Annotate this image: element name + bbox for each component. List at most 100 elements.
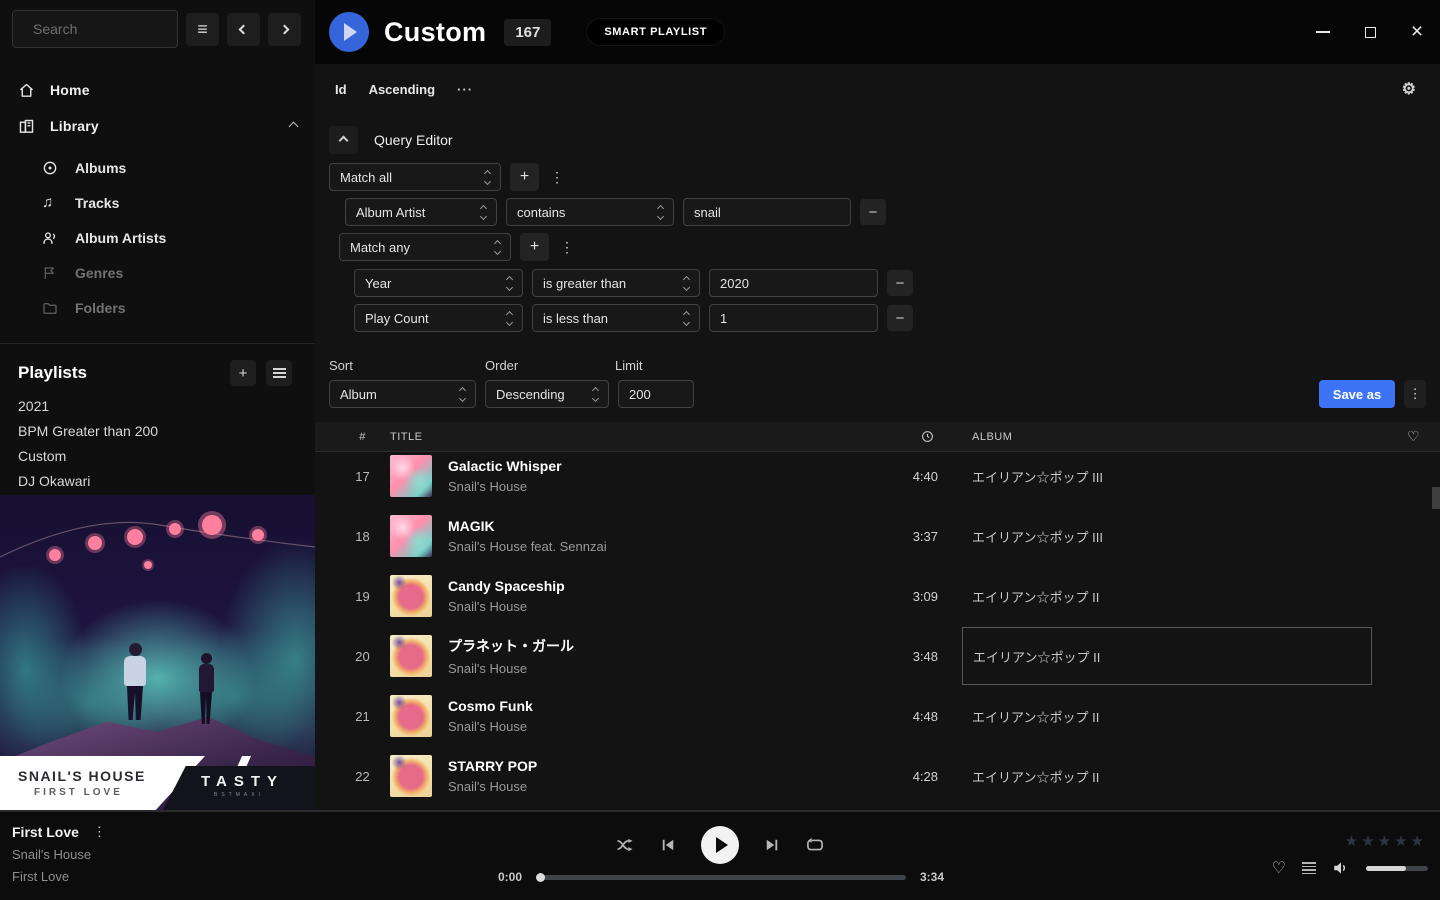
main-panel: Custom 167 SMART PLAYLIST × Id Ascending… — [315, 0, 1440, 810]
star-icon[interactable]: ★ — [1378, 832, 1391, 850]
queue-icon[interactable] — [1302, 860, 1316, 876]
sort-direction[interactable]: Ascending — [369, 82, 435, 97]
playlist-item[interactable]: DJ Okawari — [0, 469, 315, 494]
match-type-select[interactable]: Match any — [339, 233, 511, 261]
close-button[interactable]: × — [1409, 24, 1425, 40]
favorite-button[interactable]: ♡ — [1272, 858, 1286, 878]
now-playing-artwork[interactable]: SNAIL'S HOUSE FIRST LOVE TASTY BSTMAXI — [0, 495, 315, 810]
rule-group-menu-icon[interactable]: ⋮ — [548, 169, 566, 186]
rule-field-select[interactable]: Play Count — [354, 304, 523, 332]
album-art-thumbnail — [390, 455, 432, 497]
sidebar-item-album-artists[interactable]: Album Artists — [0, 220, 315, 255]
track-row[interactable]: 21 Cosmo Funk Snail's House 4:48 エイリアン☆ポ… — [315, 686, 1440, 746]
genres-flag-icon — [42, 265, 58, 281]
seek-handle[interactable] — [536, 873, 545, 882]
star-icon[interactable]: ★ — [1411, 832, 1424, 850]
playlist-item[interactable]: BPM Greater than 200 — [0, 419, 315, 444]
playlist-list-button[interactable] — [266, 360, 292, 386]
seek-bar[interactable] — [536, 875, 906, 880]
track-title: STARRY POP — [448, 758, 868, 774]
sidebar-item-albums[interactable]: Albums — [0, 150, 315, 185]
next-button[interactable] — [763, 836, 781, 854]
heart-icon: ♡ — [1407, 428, 1420, 444]
add-rule-button[interactable]: + — [520, 233, 549, 261]
track-row[interactable]: 19 Candy Spaceship Snail's House 3:09 エイ… — [315, 566, 1440, 626]
rule-operator-select[interactable]: contains — [506, 198, 674, 226]
playlist-item[interactable]: Custom — [0, 444, 315, 469]
match-type-select[interactable]: Match all — [329, 163, 501, 191]
now-playing-title[interactable]: First Love — [12, 824, 79, 840]
collapse-query-editor-button[interactable] — [329, 126, 358, 154]
save-options-menu-button[interactable]: ⋮ — [1404, 380, 1426, 408]
track-row[interactable]: 20 プラネット・ガール Snail's House 3:48 エイリアン☆ポッ… — [315, 626, 1440, 686]
track-row[interactable]: 18 MAGIK Snail's House feat. Sennzai 3:3… — [315, 506, 1440, 566]
play-icon — [716, 837, 728, 853]
minus-icon: − — [896, 275, 905, 292]
rule-value-input[interactable] — [683, 198, 851, 226]
playlist-item[interactable]: 2021 — [0, 394, 315, 419]
rule-field-select[interactable]: Album Artist — [345, 198, 497, 226]
rule-operator-select[interactable]: is less than — [532, 304, 700, 332]
sidebar-nav: Home Library Albums ♫ Tracks Alb — [0, 48, 315, 333]
add-rule-button[interactable]: + — [510, 163, 539, 191]
rule-value-input[interactable] — [709, 304, 878, 332]
previous-button[interactable] — [659, 836, 677, 854]
volume-icon[interactable] — [1332, 859, 1350, 877]
sidebar-item-genres[interactable]: Genres — [0, 255, 315, 290]
remove-rule-button[interactable]: − — [860, 199, 886, 225]
save-as-button[interactable]: Save as — [1319, 380, 1395, 408]
track-row[interactable]: 22 STARRY POP Snail's House 4:28 エイリアン☆ポ… — [315, 746, 1440, 806]
repeat-button[interactable] — [805, 835, 825, 855]
sidebar: ≡ Home Library Albums ♫ Tracks — [0, 0, 315, 810]
star-icon[interactable]: ★ — [1345, 832, 1358, 850]
play-pause-button[interactable] — [701, 826, 739, 864]
sidebar-item-tracks[interactable]: ♫ Tracks — [0, 185, 315, 220]
kebab-icon: ⋮ — [1408, 386, 1421, 402]
minus-icon: − — [896, 310, 905, 327]
back-button[interactable] — [227, 13, 260, 46]
title-column-header[interactable]: TITLE — [390, 431, 868, 443]
rule-value-input[interactable] — [709, 269, 878, 297]
rule-operator-select[interactable]: is greater than — [532, 269, 700, 297]
favorite-column-header[interactable]: ♡ — [1384, 428, 1420, 445]
remove-rule-button[interactable]: − — [887, 305, 913, 331]
add-playlist-button[interactable]: + — [230, 360, 256, 386]
track-row[interactable]: 17 Galactic Whisper Snail's House 4:40 エ… — [315, 446, 1440, 506]
track-duration: 4:28 — [868, 769, 938, 784]
minimize-button[interactable] — [1315, 24, 1331, 40]
index-column-header[interactable]: # — [335, 431, 390, 443]
track-title-cell: MAGIK Snail's House feat. Sennzai — [448, 518, 868, 554]
volume-slider[interactable] — [1366, 866, 1428, 871]
sort-select[interactable]: Album — [329, 380, 476, 408]
track-artist: Snail's House — [448, 479, 868, 494]
duration-column-header[interactable] — [868, 430, 938, 443]
now-playing-menu-icon[interactable]: ⋮ — [93, 824, 111, 840]
clock-icon — [921, 430, 934, 443]
forward-button[interactable] — [268, 13, 301, 46]
scrollbar-thumb[interactable] — [1432, 487, 1440, 509]
remove-rule-button[interactable]: − — [887, 270, 913, 296]
star-icon[interactable]: ★ — [1361, 832, 1374, 850]
shuffle-button[interactable] — [615, 835, 635, 855]
sort-field[interactable]: Id — [335, 82, 347, 97]
menu-button[interactable]: ≡ — [186, 13, 219, 46]
now-playing-artist[interactable]: Snail's House — [12, 847, 111, 862]
limit-input[interactable] — [618, 380, 694, 408]
search-box[interactable] — [12, 10, 178, 48]
rule-field-select[interactable]: Year — [354, 269, 523, 297]
play-playlist-button[interactable] — [329, 12, 369, 52]
sidebar-item-folders[interactable]: Folders — [0, 290, 315, 325]
gear-icon[interactable]: ⚙ — [1402, 79, 1416, 99]
now-playing-album[interactable]: First Love — [12, 869, 111, 884]
maximize-button[interactable] — [1362, 24, 1378, 40]
more-options-icon[interactable]: ··· — [457, 82, 473, 97]
select-stepper-icon — [485, 171, 490, 184]
sidebar-item-home[interactable]: Home — [0, 72, 315, 108]
order-select[interactable]: Descending — [485, 380, 609, 408]
previous-icon — [659, 836, 677, 854]
track-artist: Snail's House — [448, 779, 868, 794]
sidebar-item-library[interactable]: Library — [0, 108, 315, 144]
star-icon[interactable]: ★ — [1394, 832, 1407, 850]
rule-group-menu-icon[interactable]: ⋮ — [558, 239, 576, 256]
album-column-header[interactable]: ALBUM — [962, 431, 1372, 443]
